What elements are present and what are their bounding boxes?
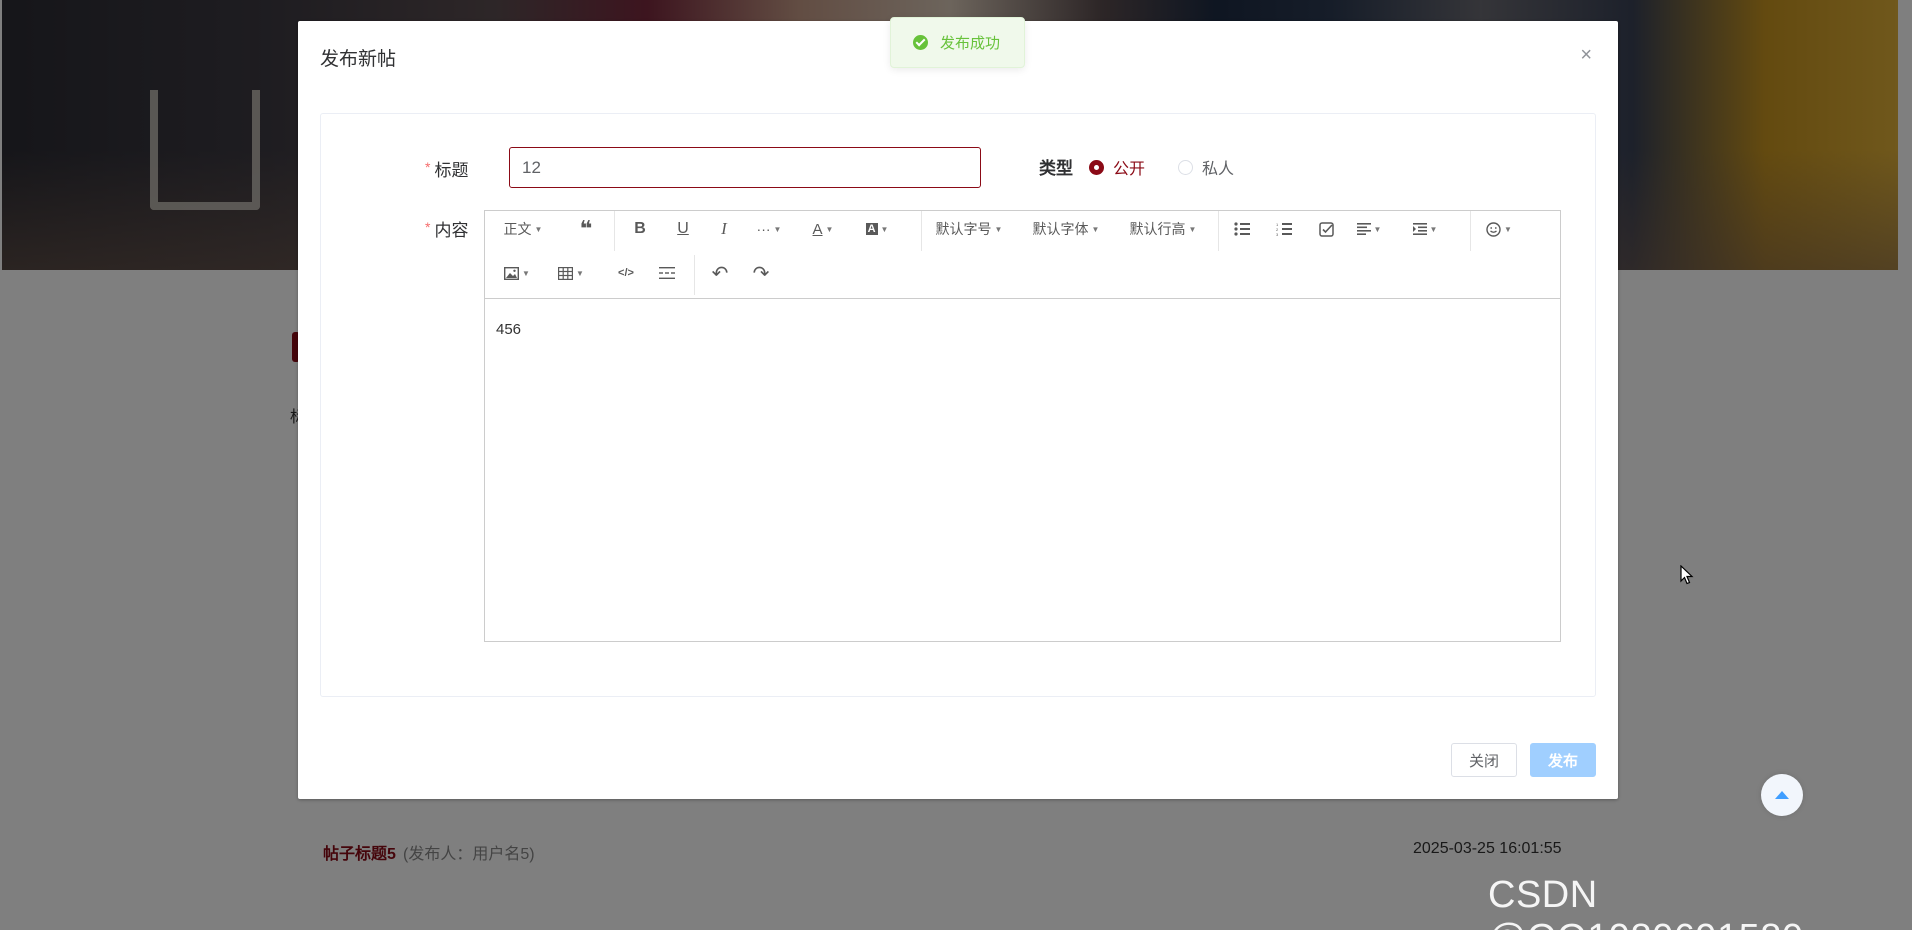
undo-icon[interactable]: ↶ bbox=[705, 258, 735, 288]
toolbar-divider bbox=[694, 255, 695, 295]
title-label: * 标题 bbox=[425, 159, 469, 180]
font-color-icon[interactable]: A ▼ bbox=[805, 214, 841, 244]
dialog-title: 发布新帖 bbox=[320, 49, 397, 70]
emoji-icon[interactable]: ▼ bbox=[1481, 214, 1517, 244]
underline-icon[interactable]: U bbox=[668, 214, 698, 244]
font-size-select[interactable]: 默认字号 ▼ bbox=[932, 214, 1006, 244]
todo-checkbox-icon[interactable] bbox=[1311, 214, 1341, 244]
toolbar-divider bbox=[1470, 211, 1471, 251]
type-label: 类型 bbox=[1039, 159, 1073, 178]
bold-icon[interactable]: B bbox=[625, 214, 655, 244]
paragraph-select[interactable]: 正文 ▼ bbox=[499, 214, 547, 244]
back-to-top-button[interactable] bbox=[1761, 774, 1803, 816]
content-label: * 内容 bbox=[425, 219, 469, 240]
align-icon[interactable]: ▼ bbox=[1351, 214, 1387, 244]
quote-icon[interactable]: ❝ bbox=[571, 214, 601, 244]
type-radio-private[interactable]: 私人 bbox=[1178, 155, 1234, 179]
more-style-icon[interactable]: ··· ▼ bbox=[751, 214, 787, 244]
toast-message: 发布成功 bbox=[940, 35, 1001, 52]
indent-icon[interactable]: ▼ bbox=[1407, 214, 1443, 244]
check-circle-icon bbox=[913, 35, 928, 50]
radio-checked-icon bbox=[1089, 159, 1104, 175]
new-post-dialog: 发布新帖 × *标题 类型 公开 私人 *内容 正文▼ ❝ bbox=[298, 21, 1618, 799]
type-radio-public[interactable]: 公开 bbox=[1089, 155, 1145, 179]
publish-button[interactable]: 发布 bbox=[1530, 743, 1596, 777]
svg-text:3: 3 bbox=[1276, 232, 1279, 236]
watermark: CSDN @QQ1980691580 bbox=[1488, 874, 1803, 930]
table-icon[interactable]: ▼ bbox=[553, 258, 589, 288]
toolbar-divider bbox=[614, 211, 615, 251]
post-form: *标题 类型 公开 私人 *内容 正文▼ ❝ B U bbox=[320, 113, 1596, 697]
radio-unchecked-icon bbox=[1178, 159, 1193, 175]
numbered-list-icon[interactable]: 123 bbox=[1269, 214, 1299, 244]
toolbar-divider bbox=[921, 211, 922, 251]
arrow-up-icon bbox=[1775, 791, 1789, 799]
line-height-select[interactable]: 默认行高 ▼ bbox=[1126, 214, 1200, 244]
close-icon[interactable]: × bbox=[1580, 45, 1592, 65]
toolbar-divider bbox=[1218, 211, 1219, 251]
font-family-select[interactable]: 默认字体 ▼ bbox=[1029, 214, 1103, 244]
success-toast: 发布成功 bbox=[890, 17, 1025, 68]
editor-content-area[interactable]: 456 bbox=[485, 299, 1560, 641]
required-mark: * bbox=[425, 159, 431, 175]
background-color-icon[interactable]: A ▼ bbox=[859, 214, 895, 244]
code-block-icon[interactable]: </> bbox=[611, 258, 641, 288]
image-icon[interactable]: ▼ bbox=[499, 258, 535, 288]
editor-toolbar: 正文 ▼ ❝ B U I ··· ▼ A ▼ A ▼ 默认字号 ▼ 默认字体 ▼… bbox=[485, 211, 1560, 299]
close-button[interactable]: 关闭 bbox=[1451, 743, 1517, 777]
divider-line-icon[interactable] bbox=[652, 258, 682, 288]
title-input[interactable] bbox=[509, 147, 981, 188]
bulleted-list-icon[interactable] bbox=[1227, 214, 1257, 244]
mouse-pointer-icon bbox=[1680, 565, 1694, 585]
rich-text-editor: 正文 ▼ ❝ B U I ··· ▼ A ▼ A ▼ 默认字号 ▼ 默认字体 ▼… bbox=[484, 210, 1561, 642]
redo-icon[interactable]: ↷ bbox=[746, 258, 776, 288]
required-mark: * bbox=[425, 219, 431, 235]
italic-icon[interactable]: I bbox=[709, 214, 739, 244]
